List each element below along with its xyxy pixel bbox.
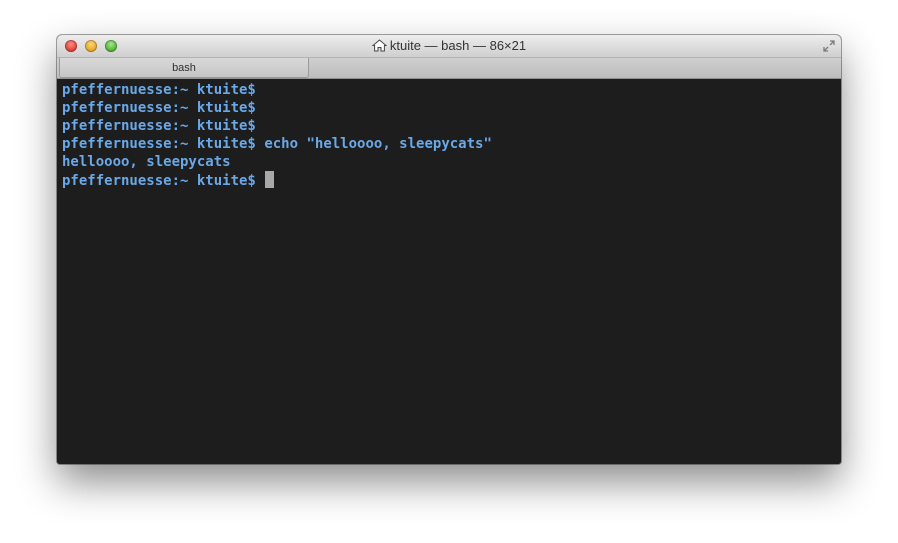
window-title-container: ktuite — bash — 86×21 bbox=[57, 38, 841, 53]
terminal-line: pfeffernuesse:~ ktuite$ bbox=[62, 171, 841, 189]
window-title: ktuite — bash — 86×21 bbox=[389, 38, 527, 53]
prompt: pfeffernuesse:~ ktuite$ bbox=[62, 100, 256, 116]
terminal-line: pfeffernuesse:~ ktuite$ echo "helloooo, … bbox=[62, 135, 841, 153]
terminal-window: ktuite — bash — 86×21 bash pfeffernuesse… bbox=[57, 35, 841, 464]
terminal-line: pfeffernuesse:~ ktuite$ bbox=[62, 81, 841, 99]
terminal-line: pfeffernuesse:~ ktuite$ bbox=[62, 99, 841, 117]
fullscreen-icon[interactable] bbox=[822, 39, 836, 53]
home-icon bbox=[371, 39, 387, 52]
terminal-line: pfeffernuesse:~ ktuite$ bbox=[62, 117, 841, 135]
tab-bar: bash bbox=[57, 58, 841, 79]
terminal-output[interactable]: pfeffernuesse:~ ktuite$ pfeffernuesse:~ … bbox=[57, 79, 841, 464]
prompt: pfeffernuesse:~ ktuite$ bbox=[62, 118, 256, 134]
command: echo "helloooo, sleepycats" bbox=[264, 136, 492, 152]
tab-label: bash bbox=[172, 62, 196, 74]
prompt: pfeffernuesse:~ ktuite$ bbox=[62, 136, 256, 152]
prompt: pfeffernuesse:~ ktuite$ bbox=[62, 173, 256, 189]
text-cursor bbox=[265, 171, 275, 188]
terminal-line: helloooo, sleepycats bbox=[62, 153, 841, 171]
command-output: helloooo, sleepycats bbox=[62, 154, 231, 170]
title-bar[interactable]: ktuite — bash — 86×21 bbox=[57, 35, 841, 58]
tab-bash[interactable]: bash bbox=[59, 58, 309, 78]
prompt: pfeffernuesse:~ ktuite$ bbox=[62, 82, 256, 98]
